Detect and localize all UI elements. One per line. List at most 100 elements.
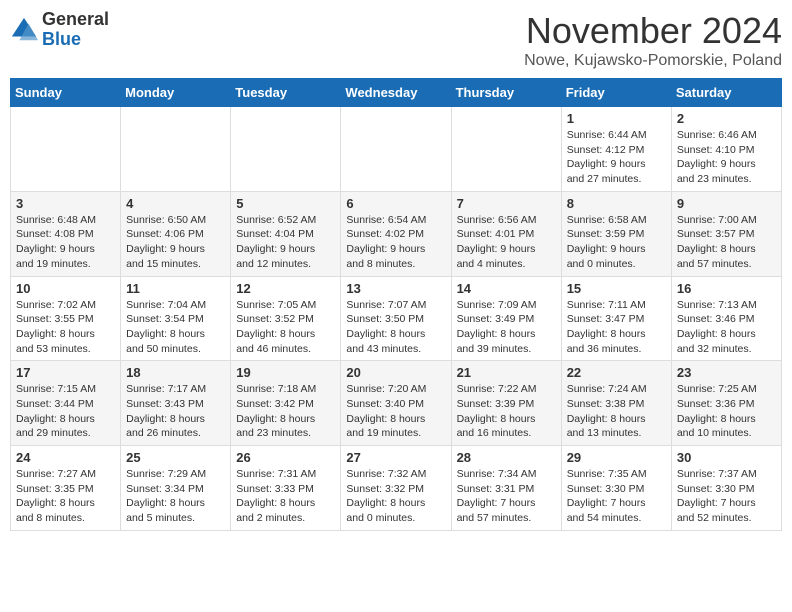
calendar-cell: 17 Sunrise: 7:15 AM Sunset: 3:44 PM Dayli… bbox=[11, 361, 121, 446]
day-number: 14 bbox=[457, 281, 556, 296]
day-info: Sunrise: 7:20 AM Sunset: 3:40 PM Dayligh… bbox=[346, 382, 445, 441]
day-info: Sunrise: 7:15 AM Sunset: 3:44 PM Dayligh… bbox=[16, 382, 115, 441]
day-number: 13 bbox=[346, 281, 445, 296]
day-info: Sunrise: 6:44 AM Sunset: 4:12 PM Dayligh… bbox=[567, 128, 666, 187]
day-number: 4 bbox=[126, 196, 225, 211]
day-of-week-header: Saturday bbox=[671, 79, 781, 107]
calendar-cell bbox=[121, 107, 231, 192]
day-of-week-header: Wednesday bbox=[341, 79, 451, 107]
logo-icon bbox=[10, 16, 38, 44]
day-info: Sunrise: 7:29 AM Sunset: 3:34 PM Dayligh… bbox=[126, 467, 225, 526]
header: General Blue November 2024 Nowe, Kujawsk… bbox=[10, 10, 782, 70]
day-info: Sunrise: 7:24 AM Sunset: 3:38 PM Dayligh… bbox=[567, 382, 666, 441]
day-number: 20 bbox=[346, 365, 445, 380]
logo-blue-text: Blue bbox=[42, 30, 109, 50]
days-of-week-row: SundayMondayTuesdayWednesdayThursdayFrid… bbox=[11, 79, 782, 107]
calendar-cell bbox=[341, 107, 451, 192]
day-number: 5 bbox=[236, 196, 335, 211]
day-of-week-header: Thursday bbox=[451, 79, 561, 107]
calendar-cell: 27 Sunrise: 7:32 AM Sunset: 3:32 PM Dayli… bbox=[341, 446, 451, 531]
calendar-cell: 3Sunrise: 6:48 AM Sunset: 4:08 PM Daylig… bbox=[11, 191, 121, 276]
day-info: Sunrise: 6:46 AM Sunset: 4:10 PM Dayligh… bbox=[677, 128, 776, 187]
calendar-week-row: 3Sunrise: 6:48 AM Sunset: 4:08 PM Daylig… bbox=[11, 191, 782, 276]
calendar-cell: 19Sunrise: 7:18 AM Sunset: 3:42 PM Dayli… bbox=[231, 361, 341, 446]
day-number: 26 bbox=[236, 450, 335, 465]
day-info: Sunrise: 7:17 AM Sunset: 3:43 PM Dayligh… bbox=[126, 382, 225, 441]
day-of-week-header: Tuesday bbox=[231, 79, 341, 107]
logo: General Blue bbox=[10, 10, 109, 50]
day-number: 17 bbox=[16, 365, 115, 380]
day-info: Sunrise: 7:34 AM Sunset: 3:31 PM Dayligh… bbox=[457, 467, 556, 526]
day-number: 2 bbox=[677, 111, 776, 126]
day-of-week-header: Monday bbox=[121, 79, 231, 107]
calendar-cell: 9 Sunrise: 7:00 AM Sunset: 3:57 PM Daylig… bbox=[671, 191, 781, 276]
calendar-cell: 29 Sunrise: 7:35 AM Sunset: 3:30 PM Dayli… bbox=[561, 446, 671, 531]
month-title: November 2024 bbox=[524, 10, 782, 52]
day-info: Sunrise: 7:07 AM Sunset: 3:50 PM Dayligh… bbox=[346, 298, 445, 357]
location-title: Nowe, Kujawsko-Pomorskie, Poland bbox=[524, 52, 782, 70]
day-info: Sunrise: 7:05 AM Sunset: 3:52 PM Dayligh… bbox=[236, 298, 335, 357]
day-info: Sunrise: 7:00 AM Sunset: 3:57 PM Dayligh… bbox=[677, 213, 776, 272]
day-number: 15 bbox=[567, 281, 666, 296]
day-number: 23 bbox=[677, 365, 776, 380]
day-number: 19 bbox=[236, 365, 335, 380]
calendar-cell: 5 Sunrise: 6:52 AM Sunset: 4:04 PM Daylig… bbox=[231, 191, 341, 276]
calendar-cell: 1Sunrise: 6:44 AM Sunset: 4:12 PM Daylig… bbox=[561, 107, 671, 192]
calendar-cell: 23 Sunrise: 7:25 AM Sunset: 3:36 PM Dayli… bbox=[671, 361, 781, 446]
title-area: November 2024 Nowe, Kujawsko-Pomorskie, … bbox=[524, 10, 782, 70]
calendar-cell: 16 Sunrise: 7:13 AM Sunset: 3:46 PM Dayli… bbox=[671, 276, 781, 361]
calendar-cell: 22Sunrise: 7:24 AM Sunset: 3:38 PM Dayli… bbox=[561, 361, 671, 446]
day-number: 3 bbox=[16, 196, 115, 211]
day-info: Sunrise: 6:52 AM Sunset: 4:04 PM Dayligh… bbox=[236, 213, 335, 272]
day-number: 18 bbox=[126, 365, 225, 380]
calendar-cell: 10 Sunrise: 7:02 AM Sunset: 3:55 PM Dayli… bbox=[11, 276, 121, 361]
calendar-cell: 12Sunrise: 7:05 AM Sunset: 3:52 PM Dayli… bbox=[231, 276, 341, 361]
day-number: 24 bbox=[16, 450, 115, 465]
day-info: Sunrise: 7:13 AM Sunset: 3:46 PM Dayligh… bbox=[677, 298, 776, 357]
calendar-cell: 20 Sunrise: 7:20 AM Sunset: 3:40 PM Dayli… bbox=[341, 361, 451, 446]
calendar: SundayMondayTuesdayWednesdayThursdayFrid… bbox=[10, 78, 782, 531]
day-info: Sunrise: 7:27 AM Sunset: 3:35 PM Dayligh… bbox=[16, 467, 115, 526]
day-info: Sunrise: 7:35 AM Sunset: 3:30 PM Dayligh… bbox=[567, 467, 666, 526]
day-number: 21 bbox=[457, 365, 556, 380]
day-info: Sunrise: 7:32 AM Sunset: 3:32 PM Dayligh… bbox=[346, 467, 445, 526]
calendar-cell: 6 Sunrise: 6:54 AM Sunset: 4:02 PM Daylig… bbox=[341, 191, 451, 276]
day-info: Sunrise: 7:22 AM Sunset: 3:39 PM Dayligh… bbox=[457, 382, 556, 441]
day-info: Sunrise: 7:02 AM Sunset: 3:55 PM Dayligh… bbox=[16, 298, 115, 357]
day-of-week-header: Sunday bbox=[11, 79, 121, 107]
day-info: Sunrise: 7:25 AM Sunset: 3:36 PM Dayligh… bbox=[677, 382, 776, 441]
calendar-cell bbox=[451, 107, 561, 192]
day-number: 30 bbox=[677, 450, 776, 465]
day-number: 16 bbox=[677, 281, 776, 296]
day-number: 6 bbox=[346, 196, 445, 211]
day-number: 28 bbox=[457, 450, 556, 465]
day-of-week-header: Friday bbox=[561, 79, 671, 107]
calendar-cell: 15 Sunrise: 7:11 AM Sunset: 3:47 PM Dayli… bbox=[561, 276, 671, 361]
calendar-cell: 25Sunrise: 7:29 AM Sunset: 3:34 PM Dayli… bbox=[121, 446, 231, 531]
calendar-header: SundayMondayTuesdayWednesdayThursdayFrid… bbox=[11, 79, 782, 107]
day-info: Sunrise: 6:54 AM Sunset: 4:02 PM Dayligh… bbox=[346, 213, 445, 272]
calendar-cell: 4 Sunrise: 6:50 AM Sunset: 4:06 PM Daylig… bbox=[121, 191, 231, 276]
day-number: 10 bbox=[16, 281, 115, 296]
calendar-cell: 28 Sunrise: 7:34 AM Sunset: 3:31 PM Dayli… bbox=[451, 446, 561, 531]
calendar-cell: 30Sunrise: 7:37 AM Sunset: 3:30 PM Dayli… bbox=[671, 446, 781, 531]
logo-general-text: General bbox=[42, 10, 109, 30]
calendar-cell: 24 Sunrise: 7:27 AM Sunset: 3:35 PM Dayli… bbox=[11, 446, 121, 531]
calendar-cell bbox=[11, 107, 121, 192]
day-info: Sunrise: 6:58 AM Sunset: 3:59 PM Dayligh… bbox=[567, 213, 666, 272]
day-number: 29 bbox=[567, 450, 666, 465]
day-info: Sunrise: 6:50 AM Sunset: 4:06 PM Dayligh… bbox=[126, 213, 225, 272]
day-number: 27 bbox=[346, 450, 445, 465]
day-info: Sunrise: 7:09 AM Sunset: 3:49 PM Dayligh… bbox=[457, 298, 556, 357]
day-info: Sunrise: 7:11 AM Sunset: 3:47 PM Dayligh… bbox=[567, 298, 666, 357]
calendar-cell bbox=[231, 107, 341, 192]
day-info: Sunrise: 7:31 AM Sunset: 3:33 PM Dayligh… bbox=[236, 467, 335, 526]
calendar-week-row: 1Sunrise: 6:44 AM Sunset: 4:12 PM Daylig… bbox=[11, 107, 782, 192]
day-number: 9 bbox=[677, 196, 776, 211]
calendar-cell: 26 Sunrise: 7:31 AM Sunset: 3:33 PM Dayli… bbox=[231, 446, 341, 531]
calendar-week-row: 17 Sunrise: 7:15 AM Sunset: 3:44 PM Dayli… bbox=[11, 361, 782, 446]
day-info: Sunrise: 6:56 AM Sunset: 4:01 PM Dayligh… bbox=[457, 213, 556, 272]
calendar-cell: 2 Sunrise: 6:46 AM Sunset: 4:10 PM Daylig… bbox=[671, 107, 781, 192]
calendar-cell: 21 Sunrise: 7:22 AM Sunset: 3:39 PM Dayli… bbox=[451, 361, 561, 446]
day-number: 8 bbox=[567, 196, 666, 211]
